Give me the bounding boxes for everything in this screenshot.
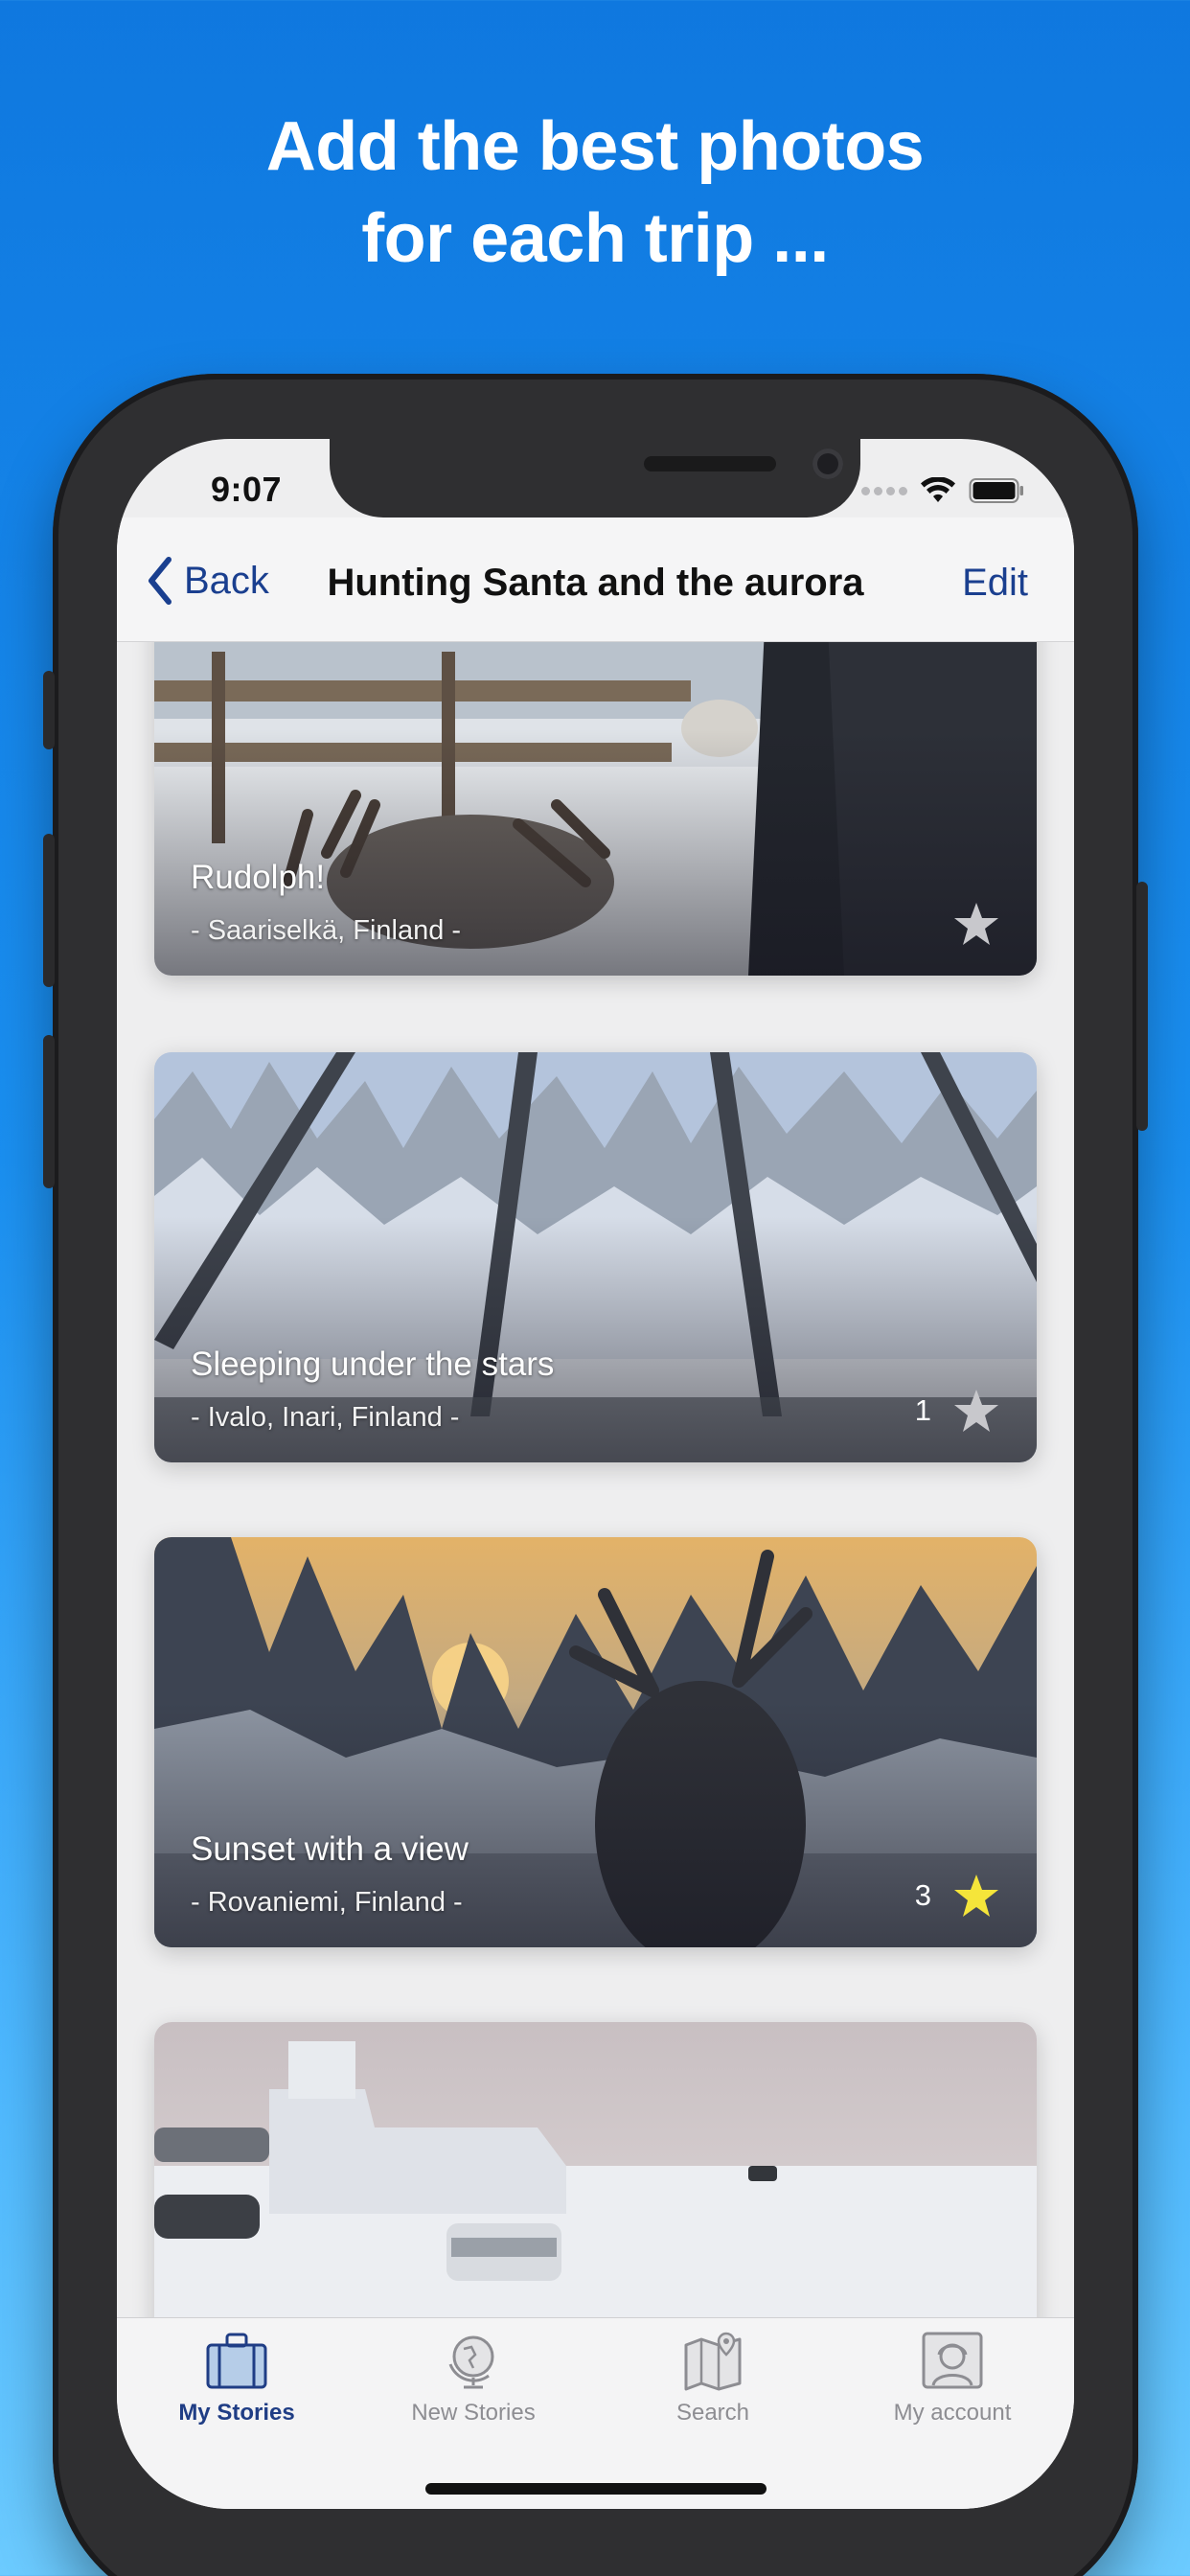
- story-photo-list[interactable]: Rudolph! - Saariselkä, Finland - Sleepin…: [117, 642, 1074, 2329]
- edit-button[interactable]: Edit: [962, 562, 1028, 605]
- photo-overlay: [154, 1052, 1037, 1462]
- photo-location: - Ivalo, Inari, Finland -: [191, 1402, 460, 1433]
- speaker: [644, 456, 776, 472]
- signal-icon: [861, 486, 907, 495]
- suitcase-icon: [206, 2333, 267, 2389]
- photo-title: Sleeping under the stars: [191, 1346, 555, 1383]
- tab-label: New Stories: [411, 2400, 536, 2426]
- side-button-volume-up: [43, 834, 55, 987]
- photo-location: - Rovaniemi, Finland -: [191, 1887, 463, 1918]
- photo-location: - Saariselkä, Finland -: [191, 915, 462, 946]
- globe-icon: [448, 2335, 494, 2389]
- tab-label: Search: [675, 2400, 750, 2426]
- photo-overlay: [154, 1537, 1037, 1947]
- star-icon[interactable]: [952, 1388, 1000, 1434]
- map-icon: [684, 2332, 742, 2391]
- star-count: 3: [914, 1878, 931, 1912]
- photo-card[interactable]: [154, 2022, 1037, 2329]
- tab-label: My account: [893, 2400, 1012, 2426]
- star-icon[interactable]: [952, 1873, 1000, 1919]
- photo-title: Rudolph!: [191, 859, 326, 896]
- photo-title: Sunset with a view: [191, 1830, 469, 1868]
- photo-card[interactable]: Sleeping under the stars - Ivalo, Inari,…: [154, 1052, 1037, 1462]
- photo-snowy-village: [154, 2022, 1037, 2329]
- avatar-icon: [922, 2332, 983, 2389]
- notch: [330, 439, 860, 518]
- camera: [812, 448, 843, 479]
- tab-bar: My Stories New Stories Search My account: [117, 2317, 1074, 2509]
- headline-line-2: for each trip ...: [361, 200, 829, 277]
- status-indicators: [861, 477, 1024, 504]
- side-button-volume-down: [43, 1035, 55, 1188]
- headline-line-1: Add the best photos: [265, 108, 925, 185]
- page-title: Hunting Santa and the aurora: [327, 562, 864, 604]
- side-button-mute: [43, 671, 55, 749]
- battery-icon: [969, 478, 1023, 503]
- wifi-icon: [921, 477, 955, 502]
- tab-label: My Stories: [178, 2400, 295, 2426]
- star-icon[interactable]: [952, 901, 1000, 947]
- headline: Add the best photos for each trip ...: [0, 101, 1190, 285]
- photo-rating[interactable]: 1: [915, 1388, 1000, 1434]
- tab-my-account[interactable]: My account: [857, 2332, 1048, 2426]
- photo-card[interactable]: Sunset with a view - Rovaniemi, Finland …: [154, 1537, 1037, 1947]
- photo-rating[interactable]: 3: [915, 1873, 1000, 1919]
- tab-my-stories[interactable]: My Stories: [141, 2332, 332, 2426]
- phone-screen: 9:07 Back Hunting Santa and the aurora E…: [117, 439, 1074, 2509]
- star-count: 1: [914, 1393, 931, 1427]
- navigation-bar: Back Hunting Santa and the aurora Edit: [117, 518, 1074, 642]
- home-indicator[interactable]: [425, 2483, 767, 2495]
- photo-rating[interactable]: [931, 901, 1000, 947]
- tab-new-stories[interactable]: New Stories: [378, 2332, 569, 2426]
- tab-search[interactable]: Search: [617, 2332, 809, 2426]
- photo-card[interactable]: Rudolph! - Saariselkä, Finland -: [154, 642, 1037, 976]
- status-time: 9:07: [211, 470, 283, 509]
- side-button-power: [1136, 882, 1148, 1131]
